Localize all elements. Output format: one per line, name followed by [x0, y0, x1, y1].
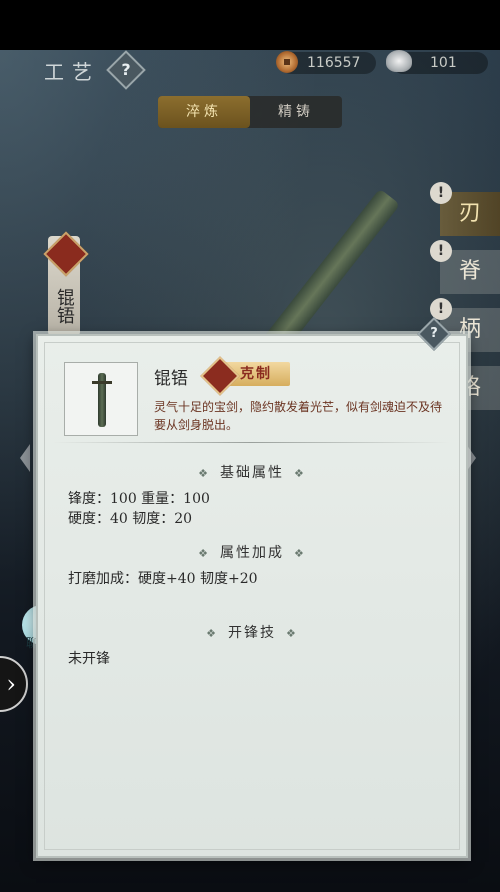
alert-icon: ! [430, 240, 452, 262]
question-icon: ? [430, 326, 438, 341]
alert-icon: ! [430, 182, 452, 204]
previous-arrow-icon[interactable] [20, 444, 30, 472]
coin-counter: 116557 [276, 51, 376, 74]
item-detail-panel: 锟铻 克制 灵气十足的宝剑，隐约散发着光芒，似有剑魂迫不及待要从剑身脱出。 ❖ 基… [36, 334, 468, 858]
ornament-icon: ❖ [198, 467, 210, 480]
craft-tabs: 淬炼 精铸 [158, 96, 342, 128]
coin-amount: 116557 [307, 55, 361, 71]
item-description: 灵气十足的宝剑，隐约散发着光芒，似有剑魂迫不及待要从剑身脱出。 [154, 400, 443, 432]
ornament-icon: ❖ [286, 627, 298, 640]
counter-badge: 克制 [200, 356, 290, 396]
stat-line: 打磨加成：硬度+40 韧度+20 [68, 571, 258, 587]
item-thumbnail [64, 362, 138, 436]
stat-line: 锋度：100 重量：100 [68, 491, 210, 507]
sword-guard-icon [92, 381, 112, 384]
section-title-base: ❖ 基础属性 ❖ [38, 462, 466, 482]
status-bar-area [0, 0, 500, 50]
silver-counter: 101 [386, 50, 488, 74]
stat-line: 未开锋 [68, 651, 110, 667]
silver-ingot-icon [386, 50, 412, 72]
ornament-icon: ❖ [198, 547, 210, 560]
tab-refine[interactable]: 精铸 [250, 96, 342, 128]
divider [52, 442, 450, 443]
section-label: 基础属性 [220, 465, 284, 481]
ornament-icon: ❖ [206, 627, 218, 640]
ornament-icon: ❖ [294, 547, 306, 560]
tab-quench[interactable]: 淬炼 [158, 96, 250, 128]
section-title-skill: ❖ 开锋技 ❖ [38, 622, 466, 642]
silver-amount: 101 [430, 55, 457, 71]
page-title: 工艺 [44, 60, 100, 84]
coin-icon [276, 51, 298, 73]
section-title-bonus: ❖ 属性加成 ❖ [38, 542, 466, 562]
section-label: 开锋技 [228, 625, 276, 641]
stat-line: 硬度：40 韧度：20 [68, 511, 193, 527]
item-name: 锟铻 [154, 369, 188, 389]
badge-label: 克制 [240, 366, 272, 382]
section-label: 属性加成 [220, 545, 284, 561]
question-icon: ? [121, 60, 131, 79]
ornament-icon: ❖ [294, 467, 306, 480]
